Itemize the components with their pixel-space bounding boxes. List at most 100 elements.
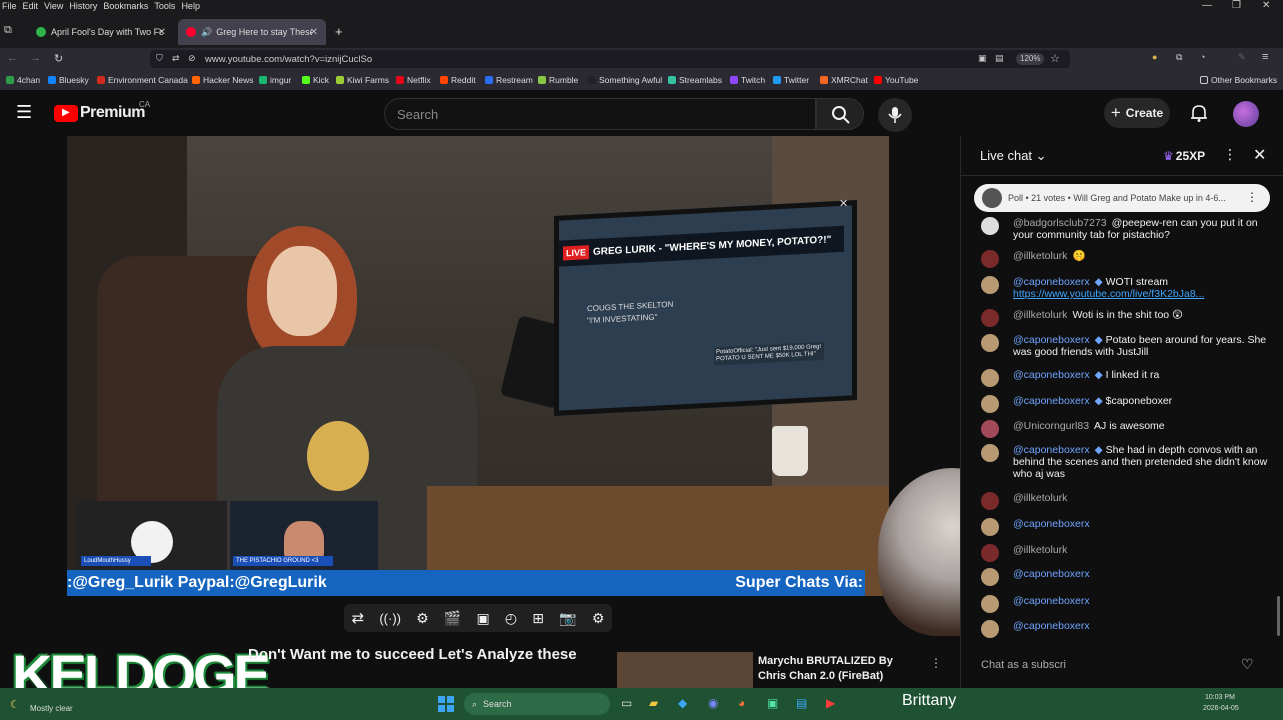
permissions-icon[interactable]: ⇄ — [172, 53, 180, 64]
menu-edit[interactable]: Edit — [23, 1, 39, 11]
audio-icon[interactable]: 🔊 — [201, 27, 212, 38]
file-explorer-icon[interactable]: ▰ — [649, 696, 658, 710]
close-tab-icon[interactable]: ✕ — [310, 27, 318, 38]
broadcast-icon[interactable]: ((·)) — [379, 611, 401, 626]
close-chat-icon[interactable]: ✕ — [1253, 145, 1266, 165]
url-bar[interactable]: ⛉ ⇄ ⊘ www.youtube.com/watch?v=iznijCuclS… — [150, 50, 1070, 68]
weather-moon-icon[interactable]: ☾ — [10, 698, 20, 711]
weather-text[interactable]: Mostly clear — [30, 704, 73, 713]
gear-icon[interactable]: ⚙ — [592, 610, 605, 627]
recommended-title[interactable]: Marychu BRUTALIZED By Chris Chan 2.0 (Fi… — [758, 654, 924, 684]
chat-mode-dropdown[interactable]: Live chat ⌄ — [980, 148, 1047, 164]
back-icon[interactable]: ← — [7, 52, 18, 64]
zoom-level[interactable]: 120% — [1016, 53, 1045, 65]
chat-input[interactable]: Chat as a subscri — [981, 656, 1201, 678]
video-player[interactable]: LIVE GREG LURIK - "WHERE'S MY MONEY, POT… — [67, 136, 889, 596]
bookmark-youtube[interactable]: YouTube — [874, 75, 918, 85]
recommended-thumbnail[interactable] — [617, 652, 753, 688]
bookmark-kick[interactable]: Kick — [302, 75, 329, 85]
more-options-icon[interactable]: ⋮ — [930, 656, 942, 670]
task-view-icon[interactable]: ▭ — [621, 696, 632, 710]
chat-message: @caponeboxerx — [981, 568, 1271, 586]
extensions-icon[interactable]: ⧉ — [1176, 52, 1182, 63]
firefox-icon[interactable]: ◕ — [738, 696, 745, 710]
youtube-logo-icon[interactable]: ▶ — [54, 105, 78, 122]
pip-icon[interactable]: ▣ — [477, 610, 490, 627]
bookmark-netflix[interactable]: Netflix — [396, 75, 431, 85]
bookmark-streamlabs[interactable]: Streamlabs — [668, 75, 722, 85]
bookmark-reddit[interactable]: Reddit — [440, 75, 476, 85]
menu-tools[interactable]: Tools — [154, 1, 175, 11]
new-tab-icon[interactable]: + — [335, 24, 343, 39]
bookmark-4chan[interactable]: 4chan — [6, 75, 40, 85]
minimize-icon[interactable]: — — [1202, 0, 1212, 11]
loop-icon[interactable]: ⇄ — [352, 609, 365, 627]
screenshot-icon[interactable]: 📷 — [559, 610, 576, 627]
reader-icon[interactable]: ▣ — [978, 53, 987, 64]
menu-help[interactable]: Help — [181, 1, 200, 11]
bookmark-bluesky[interactable]: Bluesky — [48, 75, 89, 85]
menu-bookmarks[interactable]: Bookmarks — [103, 1, 148, 11]
menu-view[interactable]: View — [44, 1, 63, 11]
pen-icon[interactable]: ✎ — [1238, 52, 1246, 63]
avatar[interactable] — [1233, 101, 1259, 127]
pip-icon[interactable]: ▤ — [995, 53, 1004, 64]
tab-list-icon[interactable]: ⧉ — [4, 24, 12, 37]
search-button[interactable] — [816, 98, 864, 130]
close-window-icon[interactable]: ✕ — [1262, 0, 1270, 11]
youtube-app-icon[interactable]: ▶ — [826, 696, 835, 710]
speed-icon[interactable]: ◴ — [505, 610, 517, 627]
bookmark-star-icon[interactable]: ☆ — [1050, 52, 1060, 65]
clock-date[interactable]: 2026-04-05 — [1203, 705, 1239, 712]
forward-icon[interactable]: → — [30, 52, 41, 64]
shield-icon[interactable]: ⛉ — [156, 53, 163, 64]
chat-scrollbar[interactable] — [1277, 596, 1280, 636]
clapper-icon[interactable]: 🎬 — [444, 610, 461, 627]
menu-file[interactable]: File — [2, 1, 17, 11]
youtube-premium-logo[interactable]: Premium — [80, 104, 145, 122]
bookmark-other[interactable]: Other Bookmarks — [1200, 75, 1277, 85]
add-clip-icon[interactable]: ⊞ — [532, 610, 544, 627]
bookmark-kiwi-farms[interactable]: Kiwi Farms — [336, 75, 389, 85]
play-favicon-icon — [36, 27, 46, 37]
app-icon[interactable]: ▤ — [796, 696, 807, 710]
copilot-icon[interactable]: ◆ — [678, 696, 687, 710]
bookmark-twitter[interactable]: Twitter — [773, 75, 809, 85]
obs-icon[interactable]: ▣ — [767, 696, 778, 710]
bookmark-rumble[interactable]: Rumble — [538, 75, 578, 85]
reload-icon[interactable]: ↻ — [54, 52, 63, 65]
hamburger-menu-icon[interactable]: ☰ — [16, 102, 32, 123]
notifications-bell-icon[interactable] — [1189, 103, 1209, 123]
bookmark-imgur[interactable]: imgur — [259, 75, 291, 85]
bookmark-restream[interactable]: Restream — [485, 75, 533, 85]
bookmark-xmrchat[interactable]: XMRChat — [820, 75, 868, 85]
search-input[interactable]: Search — [384, 98, 816, 130]
lock-icon[interactable]: ⊘ — [188, 53, 196, 64]
poll-menu-icon[interactable]: ⋮ — [1246, 190, 1258, 204]
video-overlay-close-icon[interactable]: ✕ — [839, 197, 848, 210]
windows-start-icon[interactable] — [438, 696, 454, 712]
chat-menu-icon[interactable]: ⋮ — [1223, 146, 1237, 163]
tab-april-fools[interactable]: April Fool's Day with Two Fool's ✕ — [28, 19, 174, 45]
bookmark-something-awful[interactable]: Something Awful — [588, 75, 662, 85]
bookmark-environment-canada[interactable]: Environment Canada — [97, 75, 188, 85]
bookmark-hacker-news[interactable]: Hacker News — [192, 75, 254, 85]
discord-icon[interactable]: ◉ — [708, 696, 718, 710]
bookmark-twitch[interactable]: Twitch — [730, 75, 765, 85]
poll-banner[interactable]: Poll • 21 votes • Will Greg and Potato M… — [974, 184, 1270, 212]
tab-greg-here[interactable]: 🔊 Greg Here to stay These Pe ✕ — [178, 19, 326, 45]
app-menu-icon[interactable]: ≡ — [1262, 51, 1268, 63]
taskbar-search[interactable]: ⌕ Search — [464, 693, 610, 715]
chat-link[interactable]: https://www.youtube.com/live/f3K2bJa8... — [1013, 288, 1204, 300]
clock-time[interactable]: 10:03 PM — [1205, 694, 1235, 701]
menu-history[interactable]: History — [69, 1, 97, 11]
close-tab-icon[interactable]: ✕ — [158, 27, 166, 38]
heart-icon[interactable]: ♡ — [1241, 656, 1254, 673]
account-icon[interactable]: ◔ — [1200, 52, 1205, 62]
voice-search-button[interactable] — [878, 98, 912, 132]
restore-icon[interactable]: ❐ — [1232, 0, 1241, 11]
extension-icon[interactable]: ● — [1152, 52, 1157, 62]
settings-panel-icon[interactable]: ⚙ — [416, 610, 429, 627]
xp-badge[interactable]: ♛ 25XP — [1163, 146, 1223, 166]
create-button[interactable]: + Create — [1104, 98, 1170, 128]
